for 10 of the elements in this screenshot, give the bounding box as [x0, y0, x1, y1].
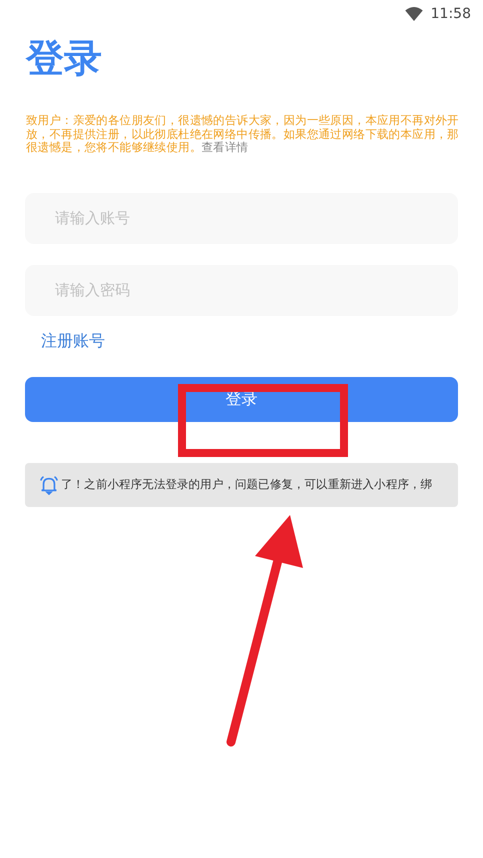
bell-icon — [39, 474, 59, 494]
register-link[interactable]: 注册账号 — [41, 330, 105, 352]
notice-text: 致用户：亲爱的各位朋友们，很遗憾的告诉大家，因为一些原因，本应用不再对外开放，不再提供注册，以此彻底杜绝在网络中传播。如果您通过网络下载的本应用，那很遗憾是，您将不能够继续使用。查看详情 — [26, 114, 459, 154]
page-title: 登录 — [26, 36, 103, 80]
status-time: 11:58 — [430, 6, 471, 22]
input-field[interactable]: 请输入密码 — [25, 264, 458, 316]
details-link[interactable]: 查看详情 — [202, 140, 248, 154]
wifi-icon — [404, 7, 423, 21]
announcement-text: 了！之前小程序无法登录的用户，问题已修复，可以重新进入小程序，绑 — [61, 477, 432, 492]
input-field[interactable]: 请输入账号 — [25, 192, 458, 244]
